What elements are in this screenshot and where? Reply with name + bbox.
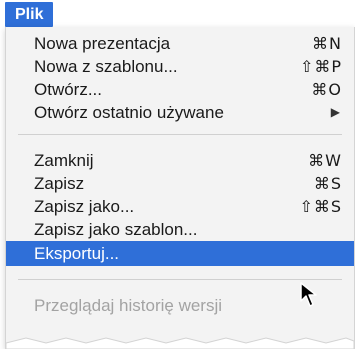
shortcut-label: ⇧⌘P [299, 57, 342, 76]
menu-item-open-recent[interactable]: Otwórz ostatnio używane ▶ [6, 100, 354, 125]
shortcut-label: ⌘N [312, 34, 342, 53]
menu-item-close[interactable]: Zamknij ⌘W [6, 148, 354, 173]
menu-title-plik[interactable]: Plik [5, 2, 54, 27]
arrow-cursor-icon [300, 282, 317, 307]
menu-item-label: Zapisz jako... [34, 197, 135, 216]
menu-item-open[interactable]: Otwórz... ⌘O [6, 77, 354, 102]
shortcut-label: ⌘W [308, 151, 342, 170]
menu-separator [18, 134, 342, 135]
shortcut-label: ⌘S [313, 174, 342, 193]
menu-item-export[interactable]: Eksportuj... [6, 241, 354, 266]
shortcut-label: ⇧⌘S [299, 197, 342, 216]
menu-item-label: Otwórz... [34, 80, 103, 99]
screenshot: Plik Nowa prezentacja ⌘N Nowa z szablonu… [0, 0, 355, 349]
menubar: Plik [0, 0, 355, 28]
menu-item-label: Eksportuj... [34, 244, 120, 263]
menu-item-save[interactable]: Zapisz ⌘S [6, 171, 354, 196]
menu-item-save-as-template[interactable]: Zapisz jako szablon... [6, 217, 354, 242]
menu-item-label: Zapisz jako szablon... [34, 220, 198, 239]
menu-item-save-as[interactable]: Zapisz jako... ⇧⌘S [6, 194, 354, 219]
shortcut-label: ⌘O [311, 80, 342, 99]
menu-item-new-presentation[interactable]: Nowa prezentacja ⌘N [6, 31, 354, 56]
menu-item-label: Przeglądaj historię wersji [34, 296, 223, 315]
torn-edge [6, 337, 354, 349]
menu-separator [18, 279, 342, 280]
menu-item-label: Zapisz [34, 174, 85, 193]
menu-item-label: Otwórz ostatnio używane [34, 103, 224, 122]
menu-item-new-from-template[interactable]: Nowa z szablonu... ⇧⌘P [6, 54, 354, 79]
menu-item-label: Nowa prezentacja [34, 34, 171, 53]
submenu-arrow-icon: ▶ [330, 105, 340, 119]
menu-item-label: Nowa z szablonu... [34, 57, 178, 76]
menu-item-label: Zamknij [34, 151, 94, 170]
